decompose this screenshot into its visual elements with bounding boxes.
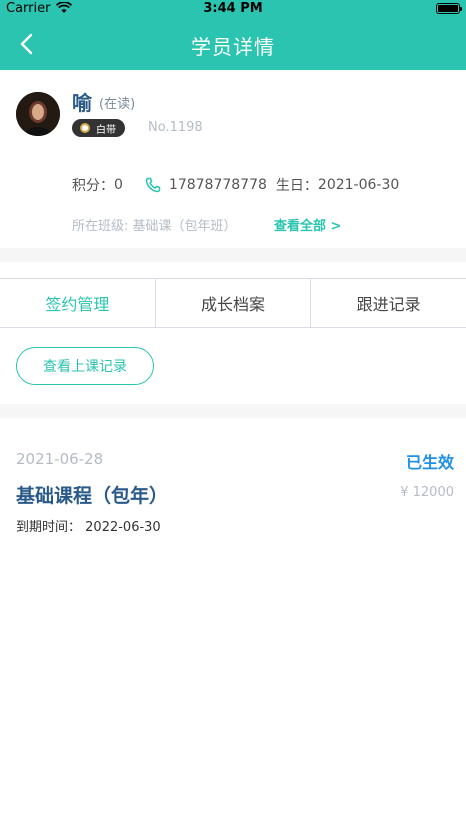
tab-follow-up-records[interactable]: 跟进记录 [310,279,466,327]
points-value: 0 [114,177,123,193]
phone-icon[interactable] [145,177,161,193]
info-row: 积分： 0 17878778778 生日： 2021-06-30 [72,175,399,195]
contract-price: ¥ 12000 [400,485,454,500]
belt-label: 白带 [96,124,116,136]
section-divider [0,248,466,262]
navigation-bar: Carrier 3:44 PM 学员详情 [0,0,466,70]
contract-status: 已生效 [405,453,454,472]
status-bar: Carrier 3:44 PM [0,0,466,18]
class-row: 所在班级: 基础课（包年班） [72,215,237,234]
birthday-label: 生日： [275,178,318,194]
view-all-link[interactable]: 查看全部 > [274,215,341,234]
tab-contract-management[interactable]: 签约管理 [0,279,155,327]
belt-dot-icon [80,123,90,133]
avatar[interactable] [16,92,60,136]
contract-expiry: 到期时间： 2022-06-30 [16,516,161,535]
expiry-date: 2022-06-30 [85,520,161,535]
class-value: 基础课（包年班） [132,219,237,234]
contract-date: 2021-06-28 [16,450,104,468]
tab-growth-archive[interactable]: 成长档案 [154,279,311,327]
student-number: No.1198 [148,120,203,135]
battery-icon [436,3,462,14]
contract-card[interactable]: 2021-06-28 已生效 基础课程（包年） ¥ 12000 到期时间： 20… [0,418,466,548]
view-class-records-button[interactable]: 查看上课记录 [16,347,154,385]
birthday-value: 2021-06-30 [317,177,400,193]
points-label: 积分： [72,178,114,194]
class-label: 所在班级: [72,219,129,234]
expiry-label: 到期时间： [16,520,82,535]
belt-badge: 白带 [72,119,125,137]
student-profile: 喻 (在读) 白带 No.1198 积分： 0 17878778778 生日： … [0,70,466,248]
tab-bar: 签约管理 成长档案 跟进记录 [0,278,466,328]
status-time: 3:44 PM [203,1,263,16]
phone-number[interactable]: 17878778778 [169,177,267,193]
section-divider [0,404,466,418]
enrollment-status: (在读) [99,97,136,112]
page-title: 学员详情 [191,35,275,59]
contract-title: 基础课程（包年） [16,485,169,507]
student-name: 喻 [72,91,92,115]
